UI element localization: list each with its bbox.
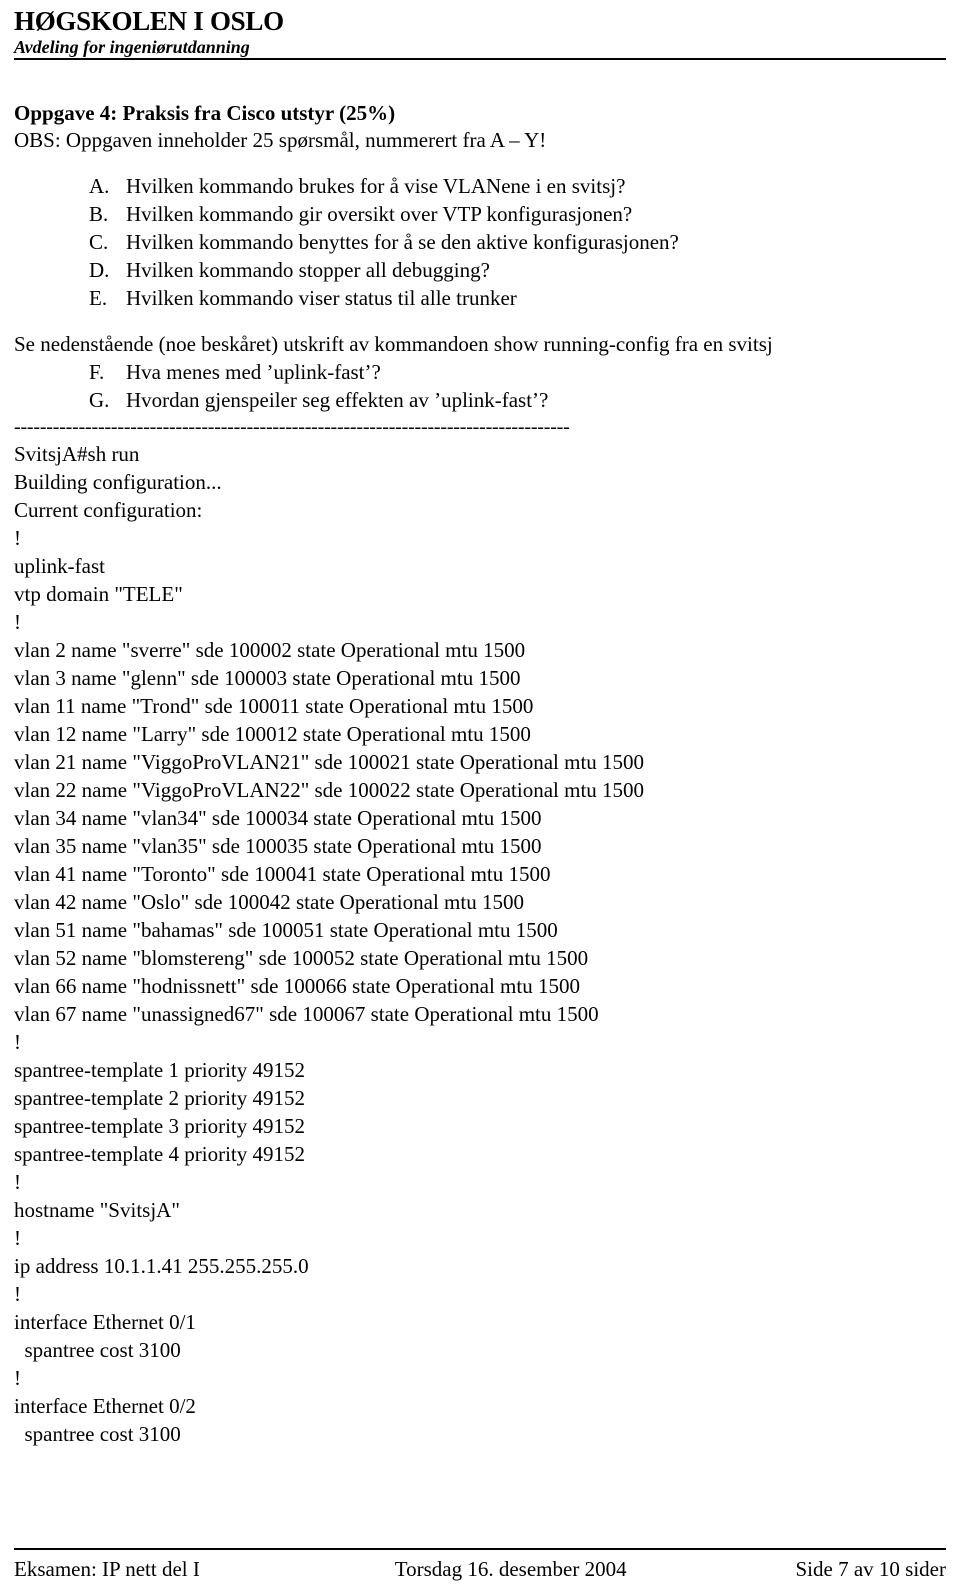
footer-exam-name: Eksamen: IP nett del I bbox=[14, 1557, 200, 1581]
terminal-line: Current configuration: bbox=[14, 498, 203, 522]
terminal-line: vlan 34 name "vlan34" sde 100034 state O… bbox=[14, 806, 542, 830]
terminal-line: vlan 21 name "ViggoProVLAN21" sde 100021… bbox=[14, 750, 645, 774]
terminal-line: vlan 35 name "vlan35" sde 100035 state O… bbox=[14, 834, 542, 858]
exam-page: HØGSKOLEN I OSLO Avdeling for ingeniørut… bbox=[0, 0, 960, 1593]
letterhead: HØGSKOLEN I OSLO Avdeling for ingeniørut… bbox=[14, 6, 946, 60]
terminal-line: vtp domain "TELE" bbox=[14, 582, 183, 606]
footer-row: Eksamen: IP nett del I Torsdag 16. desem… bbox=[14, 1550, 946, 1584]
question-list-first: A. Hvilken kommando brukes for å vise VL… bbox=[14, 172, 948, 312]
terminal-line: spantree-template 3 priority 49152 bbox=[14, 1114, 305, 1138]
terminal-line: vlan 3 name "glenn" sde 100003 state Ope… bbox=[14, 666, 521, 690]
question-letter: E. bbox=[89, 286, 108, 310]
terminal-line: ! bbox=[14, 610, 21, 634]
list-item: G. Hvordan gjenspeiler seg effekten av ’… bbox=[14, 386, 948, 414]
question-text: Hvordan gjenspeiler seg effekten av ’upl… bbox=[126, 388, 549, 412]
footer-date: Torsdag 16. desember 2004 bbox=[394, 1557, 627, 1581]
terminal-line: vlan 52 name "blomstereng" sde 100052 st… bbox=[14, 946, 589, 970]
list-item: A. Hvilken kommando brukes for å vise VL… bbox=[14, 172, 948, 200]
question-letter: A. bbox=[89, 174, 110, 198]
terminal-line: hostname "SvitsjA" bbox=[14, 1198, 180, 1222]
page-footer: Eksamen: IP nett del I Torsdag 16. desem… bbox=[14, 1548, 946, 1584]
question-text: Hvilken kommando stopper all debugging? bbox=[126, 258, 490, 282]
footer-page-number: Side 7 av 10 sider bbox=[795, 1557, 946, 1581]
terminal-line: vlan 67 name "unassigned67" sde 100067 s… bbox=[14, 1002, 599, 1026]
question-text: Hvilken kommando benyttes for å se den a… bbox=[126, 230, 679, 254]
obs-note: OBS: Oppgaven inneholder 25 spørsmål, nu… bbox=[14, 128, 547, 152]
institution-name: HØGSKOLEN I OSLO bbox=[14, 6, 284, 36]
question-text: Hva menes med ’uplink-fast’? bbox=[126, 360, 381, 384]
list-item: E. Hvilken kommando viser status til all… bbox=[14, 284, 948, 312]
terminal-line: vlan 66 name "hodnissnett" sde 100066 st… bbox=[14, 974, 580, 998]
terminal-line: uplink-fast bbox=[14, 554, 105, 578]
terminal-line: Building configuration... bbox=[14, 470, 222, 494]
terminal-line: spantree-template 4 priority 49152 bbox=[14, 1142, 305, 1166]
terminal-line: vlan 42 name "Oslo" sde 100042 state Ope… bbox=[14, 890, 524, 914]
terminal-line: vlan 2 name "sverre" sde 100002 state Op… bbox=[14, 638, 526, 662]
letterhead-divider bbox=[14, 58, 946, 60]
question-letter: F. bbox=[89, 360, 105, 384]
page-content: Oppgave 4: Praksis fra Cisco utstyr (25%… bbox=[14, 100, 948, 1448]
terminal-line: ip address 10.1.1.41 255.255.255.0 bbox=[14, 1254, 309, 1278]
terminal-line: interface Ethernet 0/2 bbox=[14, 1394, 196, 1418]
terminal-line: vlan 12 name "Larry" sde 100012 state Op… bbox=[14, 722, 531, 746]
terminal-line: ! bbox=[14, 1366, 21, 1390]
page-title: Oppgave 4: Praksis fra Cisco utstyr (25%… bbox=[14, 101, 396, 125]
terminal-line: spantree-template 1 priority 49152 bbox=[14, 1058, 305, 1082]
terminal-output: SvitsjA#sh run Building configuration...… bbox=[14, 440, 948, 1448]
terminal-line: ! bbox=[14, 526, 21, 550]
terminal-line: vlan 41 name "Toronto" sde 100041 state … bbox=[14, 862, 551, 886]
terminal-line: ! bbox=[14, 1282, 21, 1306]
terminal-line: spantree cost 3100 bbox=[14, 1422, 181, 1446]
question-letter: D. bbox=[89, 258, 110, 282]
question-text: Hvilken kommando brukes for å vise VLANe… bbox=[126, 174, 626, 198]
question-list-second: F. Hva menes med ’uplink-fast’? G. Hvord… bbox=[14, 358, 948, 414]
terminal-line: vlan 51 name "bahamas" sde 100051 state … bbox=[14, 918, 558, 942]
list-item: D. Hvilken kommando stopper all debuggin… bbox=[14, 256, 948, 284]
terminal-line: spantree cost 3100 bbox=[14, 1338, 181, 1362]
terminal-line: ! bbox=[14, 1170, 21, 1194]
terminal-line: vlan 22 name "ViggoProVLAN22" sde 100022… bbox=[14, 778, 645, 802]
dashed-separator: ----------------------------------------… bbox=[14, 416, 570, 438]
question-text: Hvilken kommando viser status til alle t… bbox=[126, 286, 517, 310]
terminal-line: spantree-template 2 priority 49152 bbox=[14, 1086, 305, 1110]
terminal-line: ! bbox=[14, 1030, 21, 1054]
question-letter: G. bbox=[89, 388, 110, 412]
terminal-line: ! bbox=[14, 1226, 21, 1250]
list-item: F. Hva menes med ’uplink-fast’? bbox=[14, 358, 948, 386]
terminal-line: interface Ethernet 0/1 bbox=[14, 1310, 196, 1334]
terminal-line: SvitsjA#sh run bbox=[14, 442, 140, 466]
list-item: B. Hvilken kommando gir oversikt over VT… bbox=[14, 200, 948, 228]
question-letter: C. bbox=[89, 230, 109, 254]
list-item: C. Hvilken kommando benyttes for å se de… bbox=[14, 228, 948, 256]
question-letter: B. bbox=[89, 202, 109, 226]
config-intro-note: Se nedenstående (noe beskåret) utskrift … bbox=[14, 332, 773, 356]
terminal-line: vlan 11 name "Trond" sde 100011 state Op… bbox=[14, 694, 534, 718]
department-name: Avdeling for ingeniørutdanning bbox=[14, 37, 250, 57]
question-text: Hvilken kommando gir oversikt over VTP k… bbox=[126, 202, 633, 226]
